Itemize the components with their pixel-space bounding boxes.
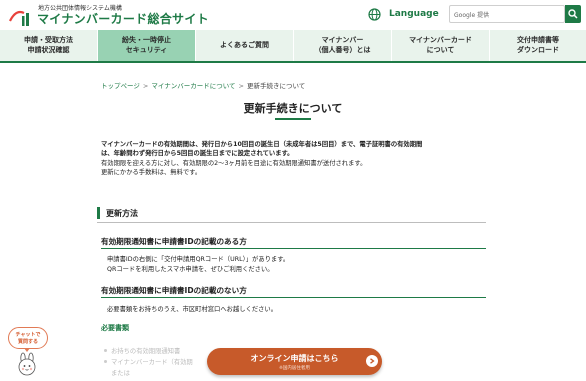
jlis-logo-icon[interactable] [8, 7, 32, 27]
breadcrumb-home[interactable]: トップページ [101, 82, 140, 90]
breadcrumb-current: 更新手続きについて [246, 82, 306, 90]
list-bullet [104, 360, 107, 363]
arrow-right-icon [370, 358, 375, 364]
search-icon [568, 9, 578, 19]
without-id-text: 必要書類をお持ちのうえ、市区町村窓口へお越しください。 [107, 306, 278, 313]
nav-item-my-number[interactable]: マイナンバー （個人番号）とは [294, 30, 392, 61]
list-bullet [104, 349, 107, 352]
search-brand-label: Google 提供 [454, 12, 490, 19]
site-title[interactable]: マイナンバーカード総合サイト [37, 10, 209, 27]
language-link[interactable]: Language [389, 9, 439, 19]
globe-icon[interactable] [368, 8, 381, 21]
nav-item-application[interactable]: 申請・受取方法 申請状況確認 [0, 30, 98, 61]
required-doc-item: または [111, 370, 130, 377]
breadcrumb-parent[interactable]: マイナンバーカードについて [151, 82, 235, 90]
nav-item-security[interactable]: 紛失・一時停止 セキュリティ [98, 30, 196, 61]
chat-label: チャットで 質問する [15, 332, 41, 345]
required-doc-item: お持ちの有効期限通知書 [111, 348, 181, 355]
intro-line: マイナンバーカードの有効期間は、発行日から10回目の誕生日（未成年者は5回目）ま… [101, 141, 423, 148]
arrow-circle [366, 355, 378, 367]
online-application-label: オンライン申請はこちら [250, 354, 339, 363]
subsection-title-without-id: 有効期限通知書に申請書IDの記載のない方 [101, 286, 247, 295]
breadcrumb-separator: > [238, 82, 244, 90]
intro-text: マイナンバーカードの有効期間は、発行日から10回目の誕生日（未成年者は5回目）ま… [101, 140, 481, 178]
intro-line: は、年齢問わず発行日から5回目の誕生日までに設定されています。 [101, 150, 294, 158]
with-id-text: QRコードを利用したスマホ申請を、ぜひご利用ください。 [107, 266, 274, 273]
online-application-button[interactable]: オンライン申請はこちら ※国内居住者用 [207, 348, 382, 375]
nav-item-download[interactable]: 交付申請書等 ダウンロード [490, 30, 586, 61]
intro-line: 更新にかかる手数料は、無料です。 [101, 169, 202, 177]
page-title: 更新手続きについて [243, 102, 343, 115]
subsection-title-with-id: 有効期限通知書に申請書IDの記載のある方 [101, 237, 247, 246]
section-accent-bar [97, 207, 100, 219]
nav-item-card-about[interactable]: マイナンバーカード について [392, 30, 490, 61]
breadcrumb: トップページ > マイナンバーカードについて > 更新手続きについて [101, 80, 305, 90]
subsection-divider [101, 248, 486, 249]
required-doc-item: マイナンバーカード（有効期 [111, 359, 193, 366]
required-docs-title: 必要書類 [101, 324, 129, 332]
site-header: 地方公共団体情報システム機構 マイナンバーカード総合サイト Language G… [0, 0, 586, 30]
nav-item-faq[interactable]: よくあるご質問 [196, 30, 294, 61]
online-application-sub: ※国内居住者用 [279, 366, 310, 371]
search-button[interactable] [565, 5, 581, 23]
section-header: 更新方法 [97, 204, 486, 223]
section-title: 更新方法 [106, 209, 138, 218]
mascot-icon[interactable] [12, 352, 42, 378]
intro-line: 有効期限を迎える方に対し、有効期限の2〜3ヶ月前を目途に有効期限通知書が送付され… [101, 159, 367, 167]
breadcrumb-separator: > [142, 82, 149, 90]
chat-button[interactable]: チャットで 質問する [8, 327, 48, 349]
title-underline [275, 118, 311, 120]
search-input[interactable]: Google 提供 [449, 5, 565, 23]
with-id-text: 申請書IDの右側に「交付申請用QRコード（URL）」があります。 [107, 256, 290, 263]
subsection-divider [101, 297, 486, 298]
global-nav: 申請・受取方法 申請状況確認 紛失・一時停止 セキュリティ よくあるご質問 マイ… [0, 30, 586, 63]
